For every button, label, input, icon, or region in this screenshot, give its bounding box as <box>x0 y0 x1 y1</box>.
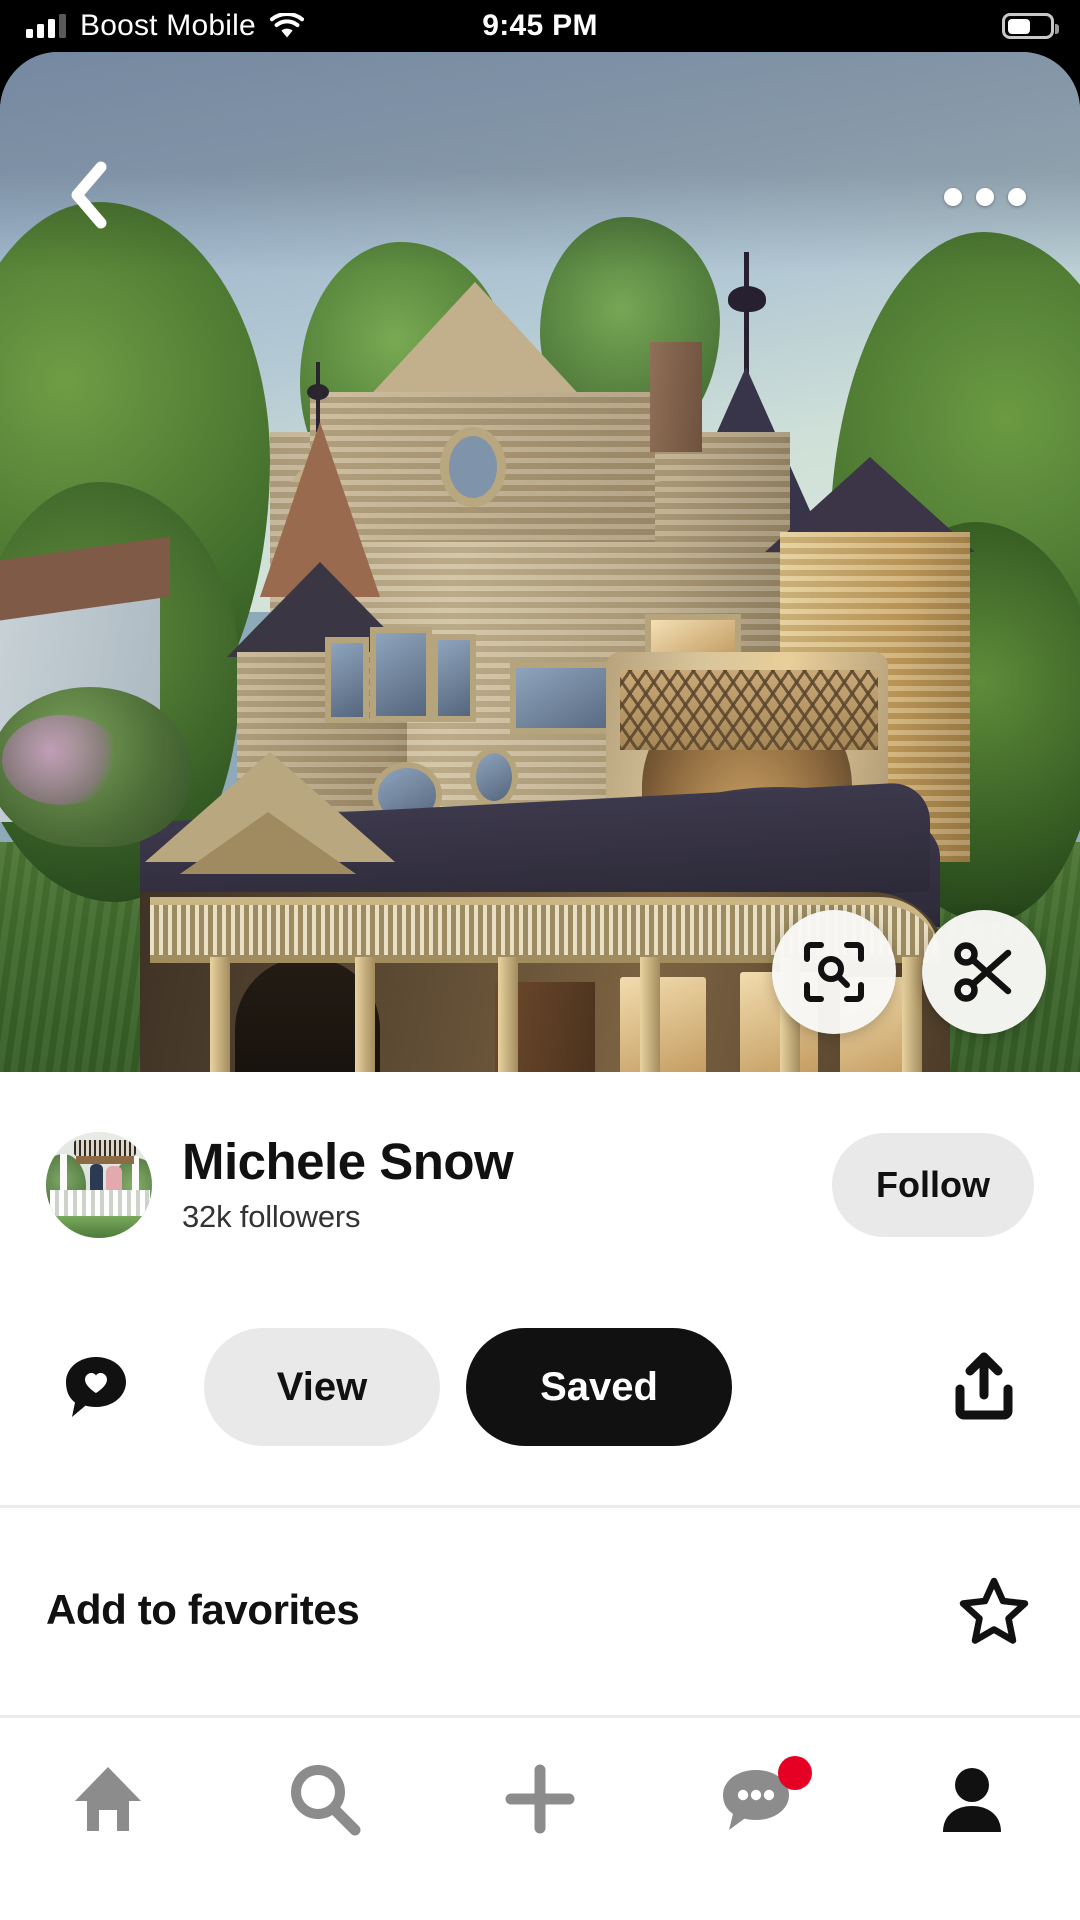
crop-button[interactable] <box>922 910 1046 1034</box>
tab-home[interactable] <box>0 1744 216 1854</box>
add-to-favorites-row[interactable]: Add to favorites <box>0 1505 1080 1715</box>
tab-profile[interactable] <box>864 1744 1080 1854</box>
favorite-star-button[interactable] <box>954 1570 1034 1650</box>
share-button[interactable] <box>934 1337 1034 1437</box>
battery-icon <box>1002 13 1059 39</box>
author-name: Michele Snow <box>182 1133 514 1191</box>
search-icon <box>291 1765 361 1836</box>
share-upload-icon <box>955 1352 1013 1420</box>
tab-search[interactable] <box>216 1744 432 1854</box>
more-horizontal-icon <box>976 188 994 206</box>
author-row[interactable]: Michele Snow 32k followers Follow <box>0 1120 1080 1250</box>
person-icon <box>943 1768 1001 1832</box>
view-button[interactable]: View <box>204 1328 440 1446</box>
pin-image[interactable] <box>0 52 1080 1072</box>
more-horizontal-icon <box>1008 188 1026 206</box>
status-bar-right <box>1002 13 1059 39</box>
author-text: Michele Snow 32k followers <box>182 1133 514 1234</box>
back-button[interactable] <box>54 160 124 230</box>
image-tools <box>772 910 1046 1034</box>
more-horizontal-icon <box>944 188 962 206</box>
bottom-tab-bar <box>0 1718 1080 1920</box>
home-icon <box>75 1767 141 1831</box>
visual-search-button[interactable] <box>772 910 896 1034</box>
heart-comment-bubble-icon <box>66 1357 126 1417</box>
saved-button[interactable]: Saved <box>466 1328 732 1446</box>
chevron-left-icon <box>71 161 107 229</box>
status-bar: Boost Mobile 9:45 PM <box>0 0 1080 52</box>
tab-updates[interactable] <box>648 1744 864 1854</box>
lens-search-icon <box>804 942 864 1002</box>
star-outline-icon <box>959 1577 1029 1644</box>
more-options-button[interactable] <box>940 172 1030 222</box>
tab-create[interactable] <box>432 1744 648 1854</box>
author-followers: 32k followers <box>182 1198 361 1234</box>
updates-badge <box>778 1756 812 1790</box>
comment-button[interactable] <box>46 1337 146 1437</box>
pin-action-row: View Saved <box>0 1312 1080 1462</box>
follow-button[interactable]: Follow <box>832 1133 1034 1237</box>
clock-label: 9:45 PM <box>482 9 598 42</box>
add-to-favorites-label: Add to favorites <box>46 1586 360 1633</box>
scissors-icon <box>954 942 1012 1002</box>
plus-icon <box>505 1764 575 1834</box>
avatar[interactable] <box>46 1132 152 1238</box>
pin-details-sheet: Michele Snow 32k followers Follow View S… <box>0 1072 1080 1920</box>
